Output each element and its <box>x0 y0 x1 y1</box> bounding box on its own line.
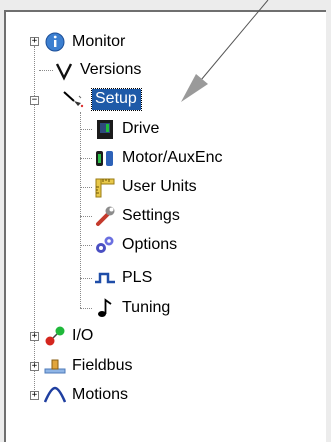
callout-arrow-icon <box>181 0 269 102</box>
